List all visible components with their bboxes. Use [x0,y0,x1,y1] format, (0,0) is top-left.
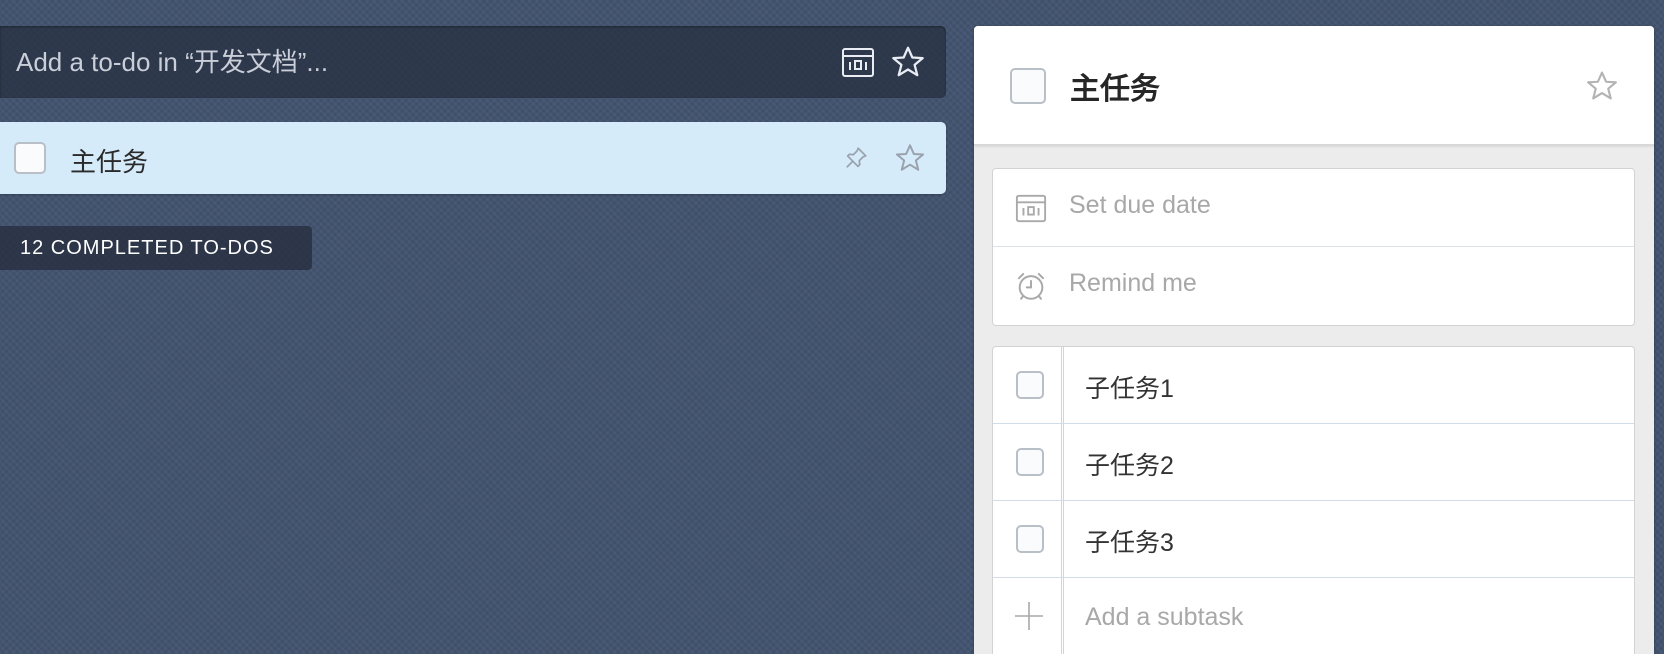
task-checkbox[interactable] [14,142,46,174]
star-icon[interactable] [888,42,928,82]
task-row-selected[interactable]: 主任务 [0,122,946,194]
detail-checkbox[interactable] [1010,68,1046,104]
subtask-row[interactable]: 子任务1 [993,347,1634,424]
subtask-checkbox[interactable] [1016,448,1044,476]
remind-me-row[interactable]: Remind me [993,247,1634,325]
subtask-title[interactable]: 子任务2 [1085,446,1174,482]
star-icon[interactable] [892,140,928,176]
calendar-icon[interactable] [838,42,878,82]
add-todo-bar [0,26,946,98]
set-due-date-label: Set due date [1069,191,1211,219]
detail-title[interactable]: 主任务 [1070,64,1160,108]
add-subtask-input[interactable] [1085,600,1585,634]
subtask-row[interactable]: 子任务3 [993,501,1634,578]
alarm-clock-icon [1013,268,1049,304]
completed-todos-toggle[interactable]: 12 COMPLETED TO-DOS [0,226,312,270]
star-icon[interactable] [1582,66,1622,106]
subtask-checkbox[interactable] [1016,525,1044,553]
calendar-icon [1013,190,1049,226]
add-subtask-row [993,578,1634,654]
pin-icon[interactable] [838,140,874,176]
detail-header: 主任务 [974,26,1654,146]
plus-icon[interactable] [1013,600,1045,632]
date-reminder-card: Set due date Remind me [992,168,1635,326]
subtasks-card: 子任务1 子任务2 子任务3 [992,346,1635,654]
task-title: 主任务 [70,147,149,177]
subtask-row[interactable]: 子任务2 [993,424,1634,501]
task-detail-panel: 主任务 Set due date Remind me 子任务1 子任务2 子任务… [974,26,1654,654]
subtask-title[interactable]: 子任务1 [1085,369,1174,405]
add-todo-input[interactable] [16,44,796,80]
subtask-checkbox[interactable] [1016,371,1044,399]
subtask-title[interactable]: 子任务3 [1085,523,1174,559]
remind-me-label: Remind me [1069,269,1197,297]
set-due-date-row[interactable]: Set due date [993,169,1634,247]
